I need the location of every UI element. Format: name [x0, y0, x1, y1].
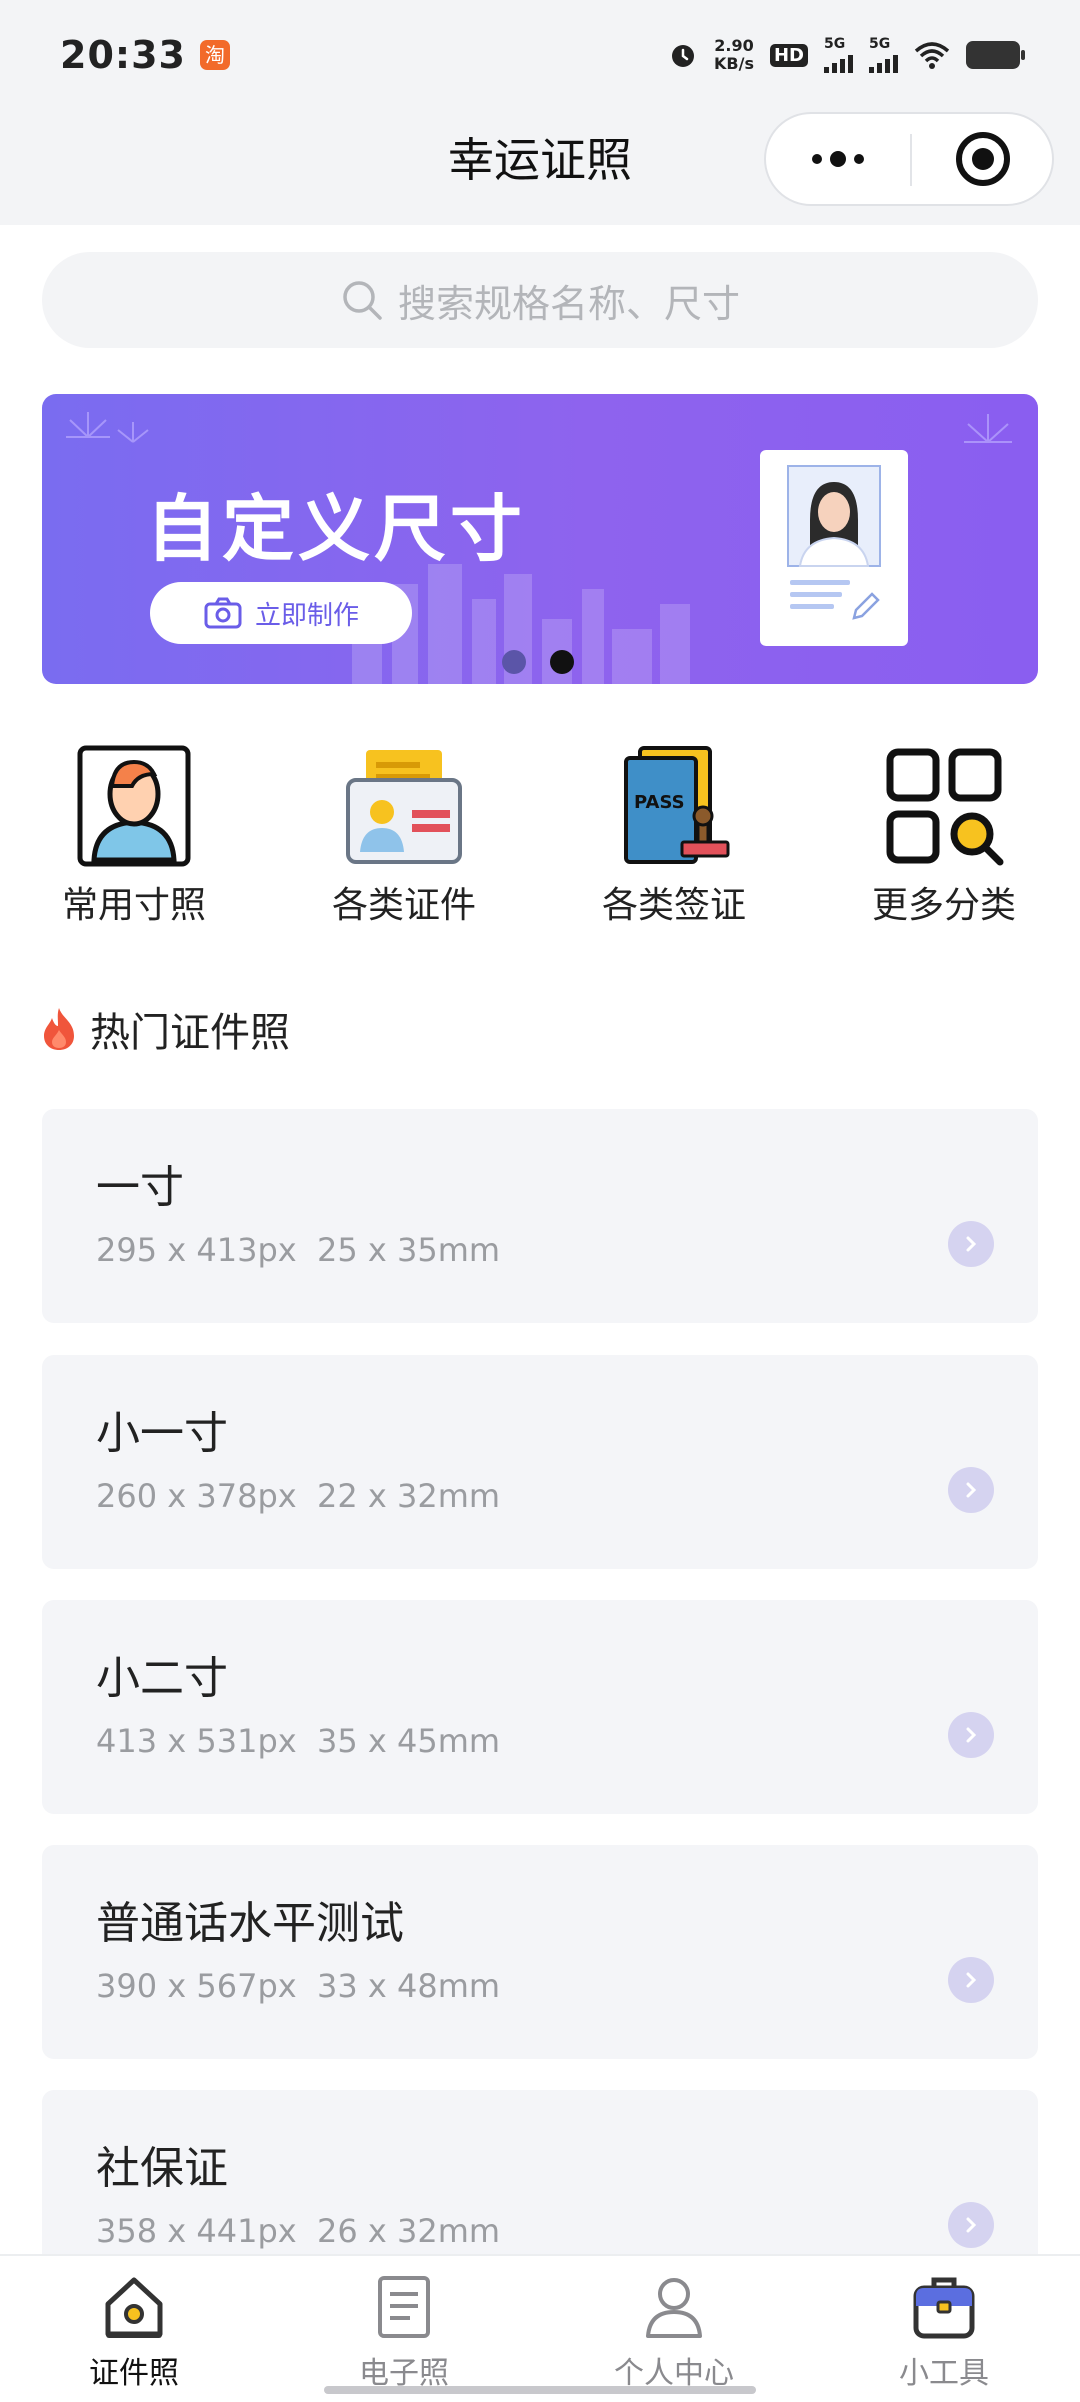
home-icon	[105, 2277, 163, 2338]
tab-electronic-photo[interactable]: 电子照	[304, 2256, 504, 2402]
tab-label: 证件照	[89, 2356, 179, 2391]
wifi-icon	[914, 42, 950, 69]
sim2-label: 5G	[869, 36, 891, 52]
bottom-tab-bar: 证件照 电子照 个人中心 小工具	[0, 2254, 1080, 2400]
network-speed-value: 2.90	[714, 36, 754, 55]
chevron-right-icon	[948, 1221, 994, 1267]
category-visas[interactable]: PASS 各类签证	[574, 738, 774, 938]
hd-indicator: HD	[769, 43, 808, 67]
item-size: 260 x 378px 22 x 32mm	[96, 1477, 501, 1515]
fire-icon	[44, 1008, 74, 1050]
tab-tools[interactable]: 小工具	[844, 2256, 1044, 2402]
item-name: 普通话水平测试	[96, 1898, 404, 1949]
portrait-illustration-icon	[787, 465, 881, 620]
list-item[interactable]: 小一寸 260 x 378px 22 x 32mm	[42, 1355, 1038, 1569]
passport-stamp-icon: PASS	[624, 746, 730, 864]
make-now-button[interactable]: 立即制作	[150, 582, 412, 644]
status-bar: 20:33 淘 2.90 KB/s HD 5G 5G	[0, 0, 1080, 110]
user-icon	[646, 2278, 702, 2338]
item-size: 413 x 531px 35 x 45mm	[96, 1722, 501, 1760]
promo-banner[interactable]: 自定义尺寸 立即制作	[42, 394, 1038, 684]
chevron-right-icon	[948, 1467, 994, 1513]
search-input[interactable]: 搜索规格名称、尺寸	[42, 252, 1038, 348]
tab-personal-center[interactable]: 个人中心	[574, 2256, 774, 2402]
category-common-photos[interactable]: 常用寸照	[34, 738, 234, 938]
id-photo-card-illustration	[760, 450, 908, 646]
make-now-label: 立即制作	[254, 600, 359, 631]
list-item[interactable]: 一寸 295 x 413px 25 x 35mm	[42, 1109, 1038, 1323]
chevron-right-icon	[948, 1712, 994, 1758]
item-name: 社保证	[96, 2143, 228, 2194]
signal-bars-icon	[869, 51, 898, 73]
network-speed-unit: KB/s	[714, 54, 754, 73]
banner-pagination	[502, 650, 574, 674]
item-name: 小一寸	[96, 1408, 228, 1459]
capsule-divider	[910, 134, 912, 186]
signal-bars-icon	[824, 51, 853, 73]
firework-decoration	[66, 412, 149, 443]
item-size: 390 x 567px 33 x 48mm	[96, 1967, 501, 2005]
firework-decoration	[964, 414, 1012, 443]
tab-id-photo[interactable]: 证件照	[34, 2256, 234, 2402]
sim1-signal: 5G	[824, 37, 853, 73]
toolbox-icon	[913, 2277, 975, 2339]
item-name: 一寸	[96, 1162, 184, 1213]
home-indicator[interactable]	[324, 2386, 756, 2394]
banner-dot-1[interactable]	[502, 650, 526, 674]
close-mini-program-button[interactable]	[956, 132, 1010, 186]
banner-dot-2[interactable]	[550, 650, 574, 674]
status-indicators: 2.90 KB/s HD 5G 5G	[668, 37, 1025, 73]
more-options-button[interactable]	[766, 114, 910, 204]
search-icon	[343, 281, 382, 320]
id-card-icon	[346, 750, 462, 864]
grid-search-icon	[886, 748, 1004, 866]
item-size: 358 x 441px 26 x 32mm	[96, 2212, 501, 2250]
category-more[interactable]: 更多分类	[844, 738, 1044, 938]
item-name: 小二寸	[96, 1653, 228, 1704]
chevron-right-icon	[948, 1957, 994, 2003]
camera-icon	[204, 597, 242, 629]
section-title: 热门证件照	[90, 1010, 290, 1056]
category-id-documents[interactable]: 各类证件	[304, 738, 504, 938]
category-grid: 常用寸照 各类证件 PASS 各类签证 更多分类	[0, 738, 1080, 938]
list-item[interactable]: 小二寸 413 x 531px 35 x 45mm	[42, 1600, 1038, 1814]
mini-program-capsule	[764, 112, 1054, 206]
banner-title: 自定义尺寸	[146, 487, 527, 571]
network-speed: 2.90 KB/s	[714, 37, 754, 73]
category-label: 各类证件	[331, 885, 476, 926]
category-label: 常用寸照	[61, 885, 206, 926]
sim1-label: 5G	[824, 36, 846, 52]
alarm-icon	[672, 45, 695, 67]
category-label: 各类签证	[601, 885, 746, 926]
tab-label: 小工具	[899, 2356, 989, 2391]
item-size: 295 x 413px 25 x 35mm	[96, 1231, 501, 1269]
mini-program-nav-bar: 幸运证照	[0, 110, 1080, 225]
list-item[interactable]: 普通话水平测试 390 x 567px 33 x 48mm	[42, 1845, 1038, 2059]
hot-section-header: 热门证件照	[40, 1000, 290, 1058]
document-icon	[378, 2276, 430, 2338]
person-portrait-icon	[77, 745, 191, 867]
sim2-signal: 5G	[869, 37, 898, 73]
battery-icon	[966, 41, 1025, 69]
chevron-right-icon	[948, 2202, 994, 2248]
taobao-notification-icon: 淘	[199, 40, 230, 70]
svg-text:PASS: PASS	[634, 792, 685, 813]
category-label: 更多分类	[871, 885, 1016, 926]
status-time: 20:33	[60, 33, 186, 77]
search-placeholder: 搜索规格名称、尺寸	[397, 281, 740, 326]
